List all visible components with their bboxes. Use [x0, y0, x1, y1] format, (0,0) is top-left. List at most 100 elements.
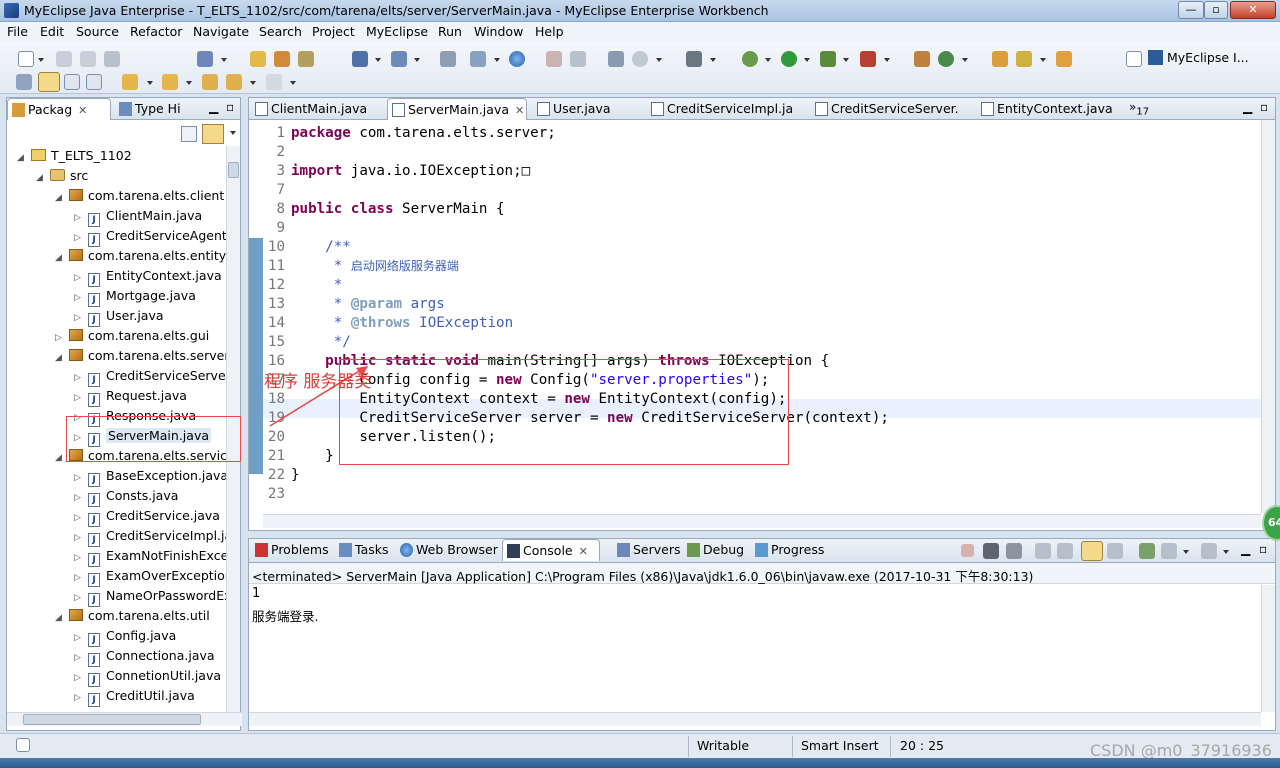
collapse-arrow-icon[interactable]: ▷ [74, 508, 88, 528]
expand-arrow-icon[interactable]: ◢ [55, 188, 69, 208]
menu-myeclipse[interactable]: MyEclipse [366, 24, 428, 39]
menu-run[interactable]: Run [438, 24, 462, 39]
explorer-hscrollbar[interactable] [7, 712, 242, 726]
search-dropdown-icon[interactable] [414, 58, 420, 62]
collapse-arrow-icon[interactable]: ▷ [74, 228, 88, 248]
pencil-icon[interactable] [1016, 51, 1032, 67]
maximize-view-icon[interactable]: ▫ [226, 100, 234, 114]
back-dropdown-icon[interactable] [250, 81, 256, 85]
collapse-arrow-icon[interactable]: ▷ [74, 388, 88, 408]
collapse-arrow-icon[interactable]: ▷ [74, 548, 88, 568]
toggle-mark-icon[interactable] [16, 74, 32, 90]
camera-icon[interactable] [686, 51, 702, 67]
expand-arrow-icon[interactable]: ◢ [55, 348, 69, 368]
tab-servers[interactable]: Servers [613, 539, 681, 561]
coverage-dropdown-icon[interactable] [884, 58, 890, 62]
menu-edit[interactable]: Edit [40, 24, 64, 39]
new-class-wizard-icon[interactable] [938, 51, 954, 67]
connect-icon[interactable] [632, 51, 648, 67]
collapse-arrow-icon[interactable]: ▷ [74, 648, 88, 668]
browse-icon[interactable] [298, 51, 314, 67]
tree-item-file[interactable]: ▷ J CreditServiceAgentIr [74, 226, 226, 248]
deploy-icon[interactable] [274, 51, 290, 67]
code-line[interactable]: 14 * @throws IOException [263, 314, 513, 333]
collapse-arrow-icon[interactable]: ▷ [74, 668, 88, 688]
open-console-icon[interactable] [1201, 543, 1217, 559]
menu-navigate[interactable]: Navigate [193, 24, 249, 39]
tab-console[interactable]: Console ✕ [502, 539, 600, 561]
open-folder-icon[interactable] [992, 51, 1008, 67]
tab-clientmain[interactable]: ClientMain.java [251, 98, 383, 120]
last-edit-icon[interactable] [202, 74, 218, 90]
tree-item-file[interactable]: ▷ J Connectiona.java [74, 646, 215, 668]
collapse-all-icon[interactable] [181, 126, 197, 142]
code-line[interactable]: 23 [263, 485, 291, 504]
tab-problems[interactable]: Problems [251, 539, 333, 561]
database-icon[interactable] [608, 51, 624, 67]
back-icon[interactable] [226, 74, 242, 90]
tree-item-file[interactable]: ▷ J Mortgage.java [74, 286, 196, 307]
code-line[interactable]: 3 import java.io.IOException;□ [263, 162, 530, 181]
save-icon[interactable] [56, 51, 72, 67]
expand-arrow-icon[interactable]: ◢ [55, 608, 69, 628]
expand-arrow-icon[interactable]: ◢ [36, 168, 50, 188]
open-perspective-icon[interactable] [1126, 51, 1142, 67]
tree-item-file[interactable]: ▷ J Consts.java [74, 486, 178, 507]
run-icon[interactable] [781, 51, 797, 67]
tree-item-project[interactable]: ◢ T_ELTS_1102 [17, 146, 132, 166]
collapse-arrow-icon[interactable]: ▷ [55, 328, 69, 348]
remove-launch-icon[interactable] [983, 543, 999, 559]
tree-item-file[interactable]: ▷ J Config.java [74, 626, 176, 648]
server-dropdown-icon[interactable] [221, 58, 227, 62]
notification-badge[interactable]: 64 [1262, 505, 1280, 541]
editor-vscrollbar[interactable] [1261, 120, 1275, 514]
forward-dropdown-icon[interactable] [290, 81, 296, 85]
forward-history-icon[interactable] [570, 51, 586, 67]
code-line[interactable]: 15 */ [263, 333, 351, 352]
menu-search[interactable]: Search [259, 24, 302, 39]
tab-tasks[interactable]: Tasks [335, 539, 395, 561]
minimize-editor-icon[interactable]: ▁ [1243, 100, 1252, 114]
tab-type-hierarchy[interactable]: Type Hi [115, 98, 199, 120]
forward-icon[interactable] [266, 74, 282, 90]
tree-item-file[interactable]: ▷ J ClientMain.java [74, 206, 202, 227]
tree-item-file[interactable]: ▷ J EntityContext.java [74, 266, 222, 287]
code-line[interactable]: 10 /** [263, 238, 351, 257]
display-console-icon[interactable] [1161, 543, 1177, 559]
display-console-dropdown-icon[interactable] [1183, 550, 1189, 554]
tab-web-browser[interactable]: Web Browser [396, 539, 498, 561]
collapse-arrow-icon[interactable]: ▷ [74, 628, 88, 648]
tree-item-package[interactable]: ◢ com.tarena.elts.entity [55, 246, 226, 266]
close-button[interactable]: ✕ [1230, 1, 1276, 19]
tool-dropdown-icon[interactable] [494, 58, 500, 62]
minimize-view-icon[interactable]: ▁ [209, 100, 218, 114]
tree-item-file[interactable]: ▷ J CreditService.java [74, 506, 220, 528]
tab-creditserviceimpl[interactable]: CreditServiceImpl.ja [647, 98, 807, 120]
open-type-icon[interactable] [440, 51, 456, 67]
minimize-button[interactable]: — [1178, 1, 1204, 19]
next-annotation-dropdown-icon[interactable] [147, 81, 153, 85]
search-icon[interactable] [391, 51, 407, 67]
highlight-toggle-icon[interactable] [38, 72, 60, 92]
explorer-hscroll-thumb[interactable] [23, 714, 201, 725]
collapse-arrow-icon[interactable]: ▷ [74, 688, 88, 708]
tab-debug[interactable]: Debug [683, 539, 747, 561]
tree-item-package[interactable]: ◢ com.tarena.elts.util [55, 606, 210, 626]
tree-item-file[interactable]: ▷ J NameOrPasswordEx [74, 586, 226, 607]
code-line[interactable]: 12 * [263, 276, 342, 295]
connect-dropdown-icon[interactable] [656, 58, 662, 62]
debug-dropdown-icon[interactable] [765, 58, 771, 62]
wizard-icon[interactable] [352, 51, 368, 67]
menu-window[interactable]: Window [474, 24, 523, 39]
remove-all-icon[interactable] [1006, 543, 1022, 559]
code-line[interactable]: 13 * @param args [263, 295, 445, 314]
pin-console-icon[interactable] [1139, 543, 1155, 559]
collapse-arrow-icon[interactable]: ▷ [74, 568, 88, 588]
save-all-icon[interactable] [80, 51, 96, 67]
close-icon[interactable]: ✕ [78, 104, 87, 117]
camera-dropdown-icon[interactable] [710, 58, 716, 62]
console-hscrollbar[interactable] [249, 712, 1261, 726]
tree-item-file[interactable]: ▷ J ConnetionUtil.java [74, 666, 221, 688]
maximize-editor-icon[interactable]: ▫ [1260, 100, 1268, 114]
tree-item-file[interactable]: ▷ J User.java [74, 306, 164, 327]
